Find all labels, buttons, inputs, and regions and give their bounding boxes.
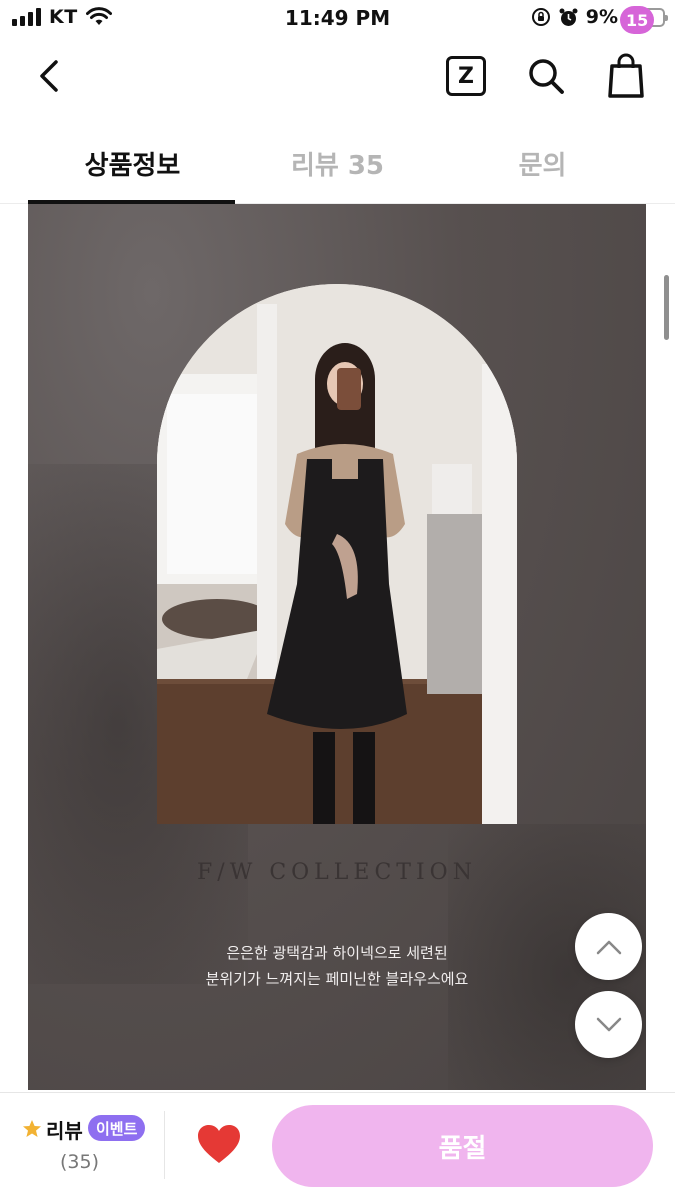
orientation-lock-icon	[531, 8, 550, 26]
search-icon[interactable]	[524, 54, 568, 98]
event-badge: 이벤트	[88, 1115, 146, 1141]
star-icon	[23, 1120, 41, 1137]
product-description-line2: 분위기가 느껴지는 페미닌한 블라우스에요	[205, 970, 469, 988]
review-count: (35)	[60, 1151, 100, 1173]
z-label: Z	[458, 63, 474, 89]
tab-inquiry[interactable]: 문의	[440, 124, 645, 202]
divider	[164, 1111, 165, 1179]
alarm-icon	[559, 8, 578, 26]
status-bar: KT 11:49 PM 9%	[0, 0, 675, 36]
heart-icon[interactable]	[196, 1123, 242, 1165]
product-tabs: 상품정보 리뷰 35 문의	[0, 124, 675, 204]
battery-percent: 9%	[585, 6, 618, 28]
product-detail-image: F/W COLLECTION 은은한 광택감과 하이넥으로 세련된 분위기가 느…	[28, 204, 646, 1090]
sold-out-button[interactable]: 품절	[272, 1105, 653, 1187]
tab-product-info[interactable]: 상품정보	[30, 124, 235, 202]
cart-count-badge: 15	[620, 6, 655, 34]
z-button[interactable]: Z	[446, 56, 486, 96]
scrollbar[interactable]	[664, 275, 669, 340]
chevron-down-icon	[596, 1017, 621, 1031]
tab-reviews[interactable]: 리뷰 35	[235, 124, 440, 202]
scroll-up-button[interactable]	[575, 913, 642, 980]
collection-title: F/W COLLECTION	[197, 860, 477, 885]
chevron-up-icon	[596, 940, 621, 954]
scroll-down-button[interactable]	[575, 991, 642, 1058]
review-label: 리뷰	[46, 1119, 83, 1143]
product-description-line1: 은은한 광택감과 하이넥으로 세련된	[226, 944, 448, 962]
nav-bar: Z	[0, 40, 675, 112]
chevron-left-icon[interactable]	[30, 54, 70, 98]
shopping-bag-icon[interactable]	[604, 50, 648, 100]
bottom-action-bar: 리뷰 이벤트 (35) 품절	[0, 1092, 675, 1200]
model-photo	[157, 284, 517, 824]
review-summary[interactable]: 리뷰 이벤트 (35)	[22, 1113, 152, 1183]
